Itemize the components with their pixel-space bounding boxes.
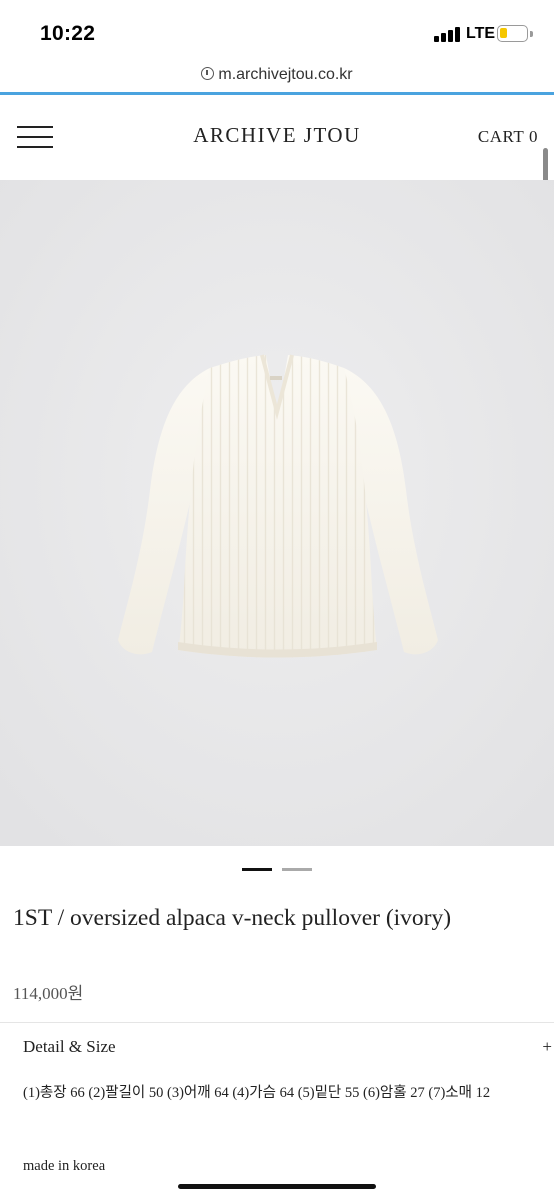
expand-plus-icon[interactable]: + bbox=[542, 1037, 552, 1057]
cart-label: CART bbox=[477, 127, 525, 146]
product-title: 1ST / oversized alpaca v-neck pullover (… bbox=[13, 905, 452, 931]
section-divider bbox=[0, 1022, 554, 1023]
gallery-dot-active[interactable] bbox=[242, 868, 272, 871]
gallery-pagination bbox=[0, 868, 554, 872]
home-indicator[interactable] bbox=[178, 1184, 376, 1189]
battery-icon bbox=[497, 25, 528, 42]
network-type: LTE bbox=[466, 25, 496, 42]
site-header: ARCHIVE JTOU CART 0 bbox=[0, 95, 554, 180]
cellular-signal-icon bbox=[434, 26, 462, 42]
product-price: 114,000원 bbox=[13, 984, 84, 1003]
product-image[interactable] bbox=[0, 180, 554, 846]
cart-link[interactable]: CART 0 bbox=[478, 127, 538, 147]
detail-size-toggle[interactable]: Detail & Size bbox=[23, 1037, 116, 1057]
battery-cap bbox=[530, 31, 533, 37]
status-time: 10:22 bbox=[40, 22, 96, 45]
cart-count: 0 bbox=[529, 127, 538, 146]
status-bar: 10:22 LTE bbox=[0, 0, 554, 62]
brand-logo[interactable]: ARCHIVE JTOU bbox=[0, 123, 554, 148]
browser-address-bar[interactable]: m.archivejtou.co.kr bbox=[0, 62, 554, 92]
size-measurements: (1)총장 66 (2)팔길이 50 (3)어깨 64 (4)가슴 64 (5)… bbox=[23, 1085, 491, 1101]
info-icon[interactable] bbox=[201, 67, 215, 80]
url-text[interactable]: m.archivejtou.co.kr bbox=[218, 66, 352, 83]
sweater-image bbox=[0, 180, 554, 846]
origin-text: made in korea bbox=[23, 1158, 106, 1174]
gallery-dot[interactable] bbox=[282, 868, 312, 871]
